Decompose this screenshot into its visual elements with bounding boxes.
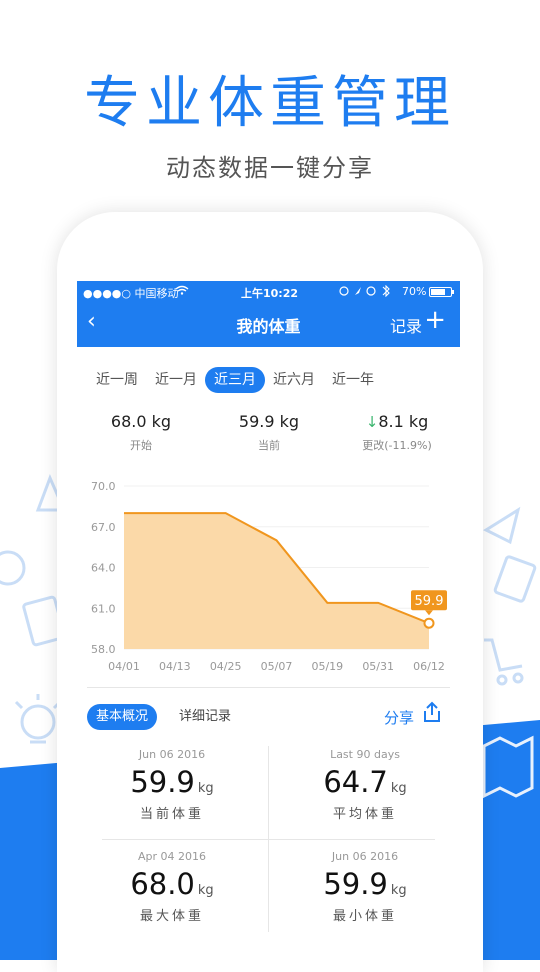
- last-value-label: 59.9: [415, 594, 444, 609]
- x-tick-label: 04/13: [159, 660, 191, 673]
- weight-chart: 70.0 67.0 64.0 61.0 58.0 04/01 04/13 04/25 05/07…: [77, 476, 460, 676]
- x-tick-label: 05/19: [311, 660, 343, 673]
- tab-week[interactable]: 近一周: [87, 367, 147, 393]
- x-tick-label: 04/01: [108, 660, 140, 673]
- last-point-marker: [425, 619, 434, 628]
- promo-headline: 专业体重管理: [0, 58, 540, 139]
- summary-current-date: Jun 06 2016: [77, 748, 267, 761]
- y-tick-label: 61.0: [91, 602, 116, 615]
- summary-current-value: 59.9: [130, 765, 195, 799]
- add-record-button[interactable]: +: [424, 307, 446, 333]
- stat-current: 59.9 kg 当前: [205, 412, 333, 453]
- y-tick-label: 67.0: [91, 521, 116, 534]
- promo-subline: 动态数据一键分享: [0, 148, 540, 183]
- stat-start-value: 68.0 kg: [77, 412, 205, 431]
- battery-icon: [429, 287, 455, 300]
- summary-average-value: 64.7: [323, 765, 388, 799]
- summary-min-date: Jun 06 2016: [270, 850, 460, 863]
- x-tick-label: 05/07: [261, 660, 293, 673]
- summary-average-label: 平均体重: [270, 803, 460, 822]
- summary-current-label: 当前体重: [77, 803, 267, 822]
- tab-basic-overview[interactable]: 基本概况: [87, 704, 157, 730]
- wifi-icon: [175, 285, 189, 298]
- share-icon[interactable]: [422, 701, 442, 727]
- stat-start-label: 开始: [77, 437, 205, 453]
- stat-start: 68.0 kg 开始: [77, 412, 205, 453]
- carrier-label: ●●●●○ 中国移动: [83, 285, 179, 301]
- decorative-note-icon: [490, 550, 540, 610]
- stat-change-value: 8.1 kg: [378, 412, 428, 431]
- summary-max-date: Apr 04 2016: [77, 850, 267, 863]
- summary-min-value: 59.9: [323, 867, 388, 901]
- decorative-cup-icon: [0, 530, 30, 590]
- decorative-map-icon: [478, 730, 538, 800]
- y-tick-label: 58.0: [91, 643, 116, 656]
- summary-min-label: 最小体重: [270, 905, 460, 924]
- status-bar: ●●●●○ 中国移动 上午10:22 70%: [77, 283, 460, 301]
- decorative-triangle-icon: [478, 500, 528, 550]
- stat-change-label: 更改(-11.9%): [333, 437, 460, 453]
- summary-max-value: 68.0: [130, 867, 195, 901]
- stat-current-label: 当前: [205, 437, 333, 453]
- weight-area: [124, 513, 429, 649]
- decorative-cart-icon: [478, 630, 528, 690]
- summary-current-unit: kg: [198, 781, 214, 796]
- status-time: 上午10:22: [241, 285, 298, 301]
- battery-percent: 70%: [402, 285, 426, 298]
- tab-detail-records[interactable]: 详细记录: [179, 704, 231, 730]
- stat-current-value: 59.9 kg: [205, 412, 333, 431]
- app-bar: ●●●●○ 中国移动 上午10:22 70% ‹ 我的体重 记录 +: [77, 281, 460, 347]
- phone-screen: ●●●●○ 中国移动 上午10:22 70% ‹ 我的体重 记录 +: [77, 281, 460, 960]
- down-arrow-icon: ↓: [366, 413, 379, 431]
- summary-min: Jun 06 2016 59.9kg 最小体重: [270, 850, 460, 924]
- summary-max-label: 最大体重: [77, 905, 267, 924]
- summary-average-date: Last 90 days: [270, 748, 460, 761]
- y-tick-label: 70.0: [91, 480, 116, 493]
- record-button[interactable]: 记录: [390, 313, 422, 337]
- summary-max-unit: kg: [198, 883, 214, 898]
- y-tick-label: 64.0: [91, 562, 116, 575]
- x-tick-label: 04/25: [210, 660, 242, 673]
- tab-month[interactable]: 近一月: [146, 367, 206, 393]
- summary-horizontal-divider: [102, 839, 435, 840]
- stat-change: ↓8.1 kg 更改(-11.9%): [333, 412, 460, 453]
- summary-average-unit: kg: [391, 781, 407, 796]
- x-tick-label: 05/31: [362, 660, 394, 673]
- tab-three-months[interactable]: 近三月: [205, 367, 265, 393]
- summary-min-unit: kg: [391, 883, 407, 898]
- share-button[interactable]: 分享: [384, 707, 414, 728]
- status-icons: [339, 285, 397, 300]
- tab-year[interactable]: 近一年: [323, 367, 383, 393]
- summary-max: Apr 04 2016 68.0kg 最大体重: [77, 850, 267, 924]
- summary-current: Jun 06 2016 59.9kg 当前体重: [77, 748, 267, 822]
- callout-pointer: [425, 610, 433, 615]
- section-divider: [87, 687, 450, 688]
- x-tick-label: 06/12: [413, 660, 445, 673]
- summary-average: Last 90 days 64.7kg 平均体重: [270, 748, 460, 822]
- tab-six-months[interactable]: 近六月: [264, 367, 324, 393]
